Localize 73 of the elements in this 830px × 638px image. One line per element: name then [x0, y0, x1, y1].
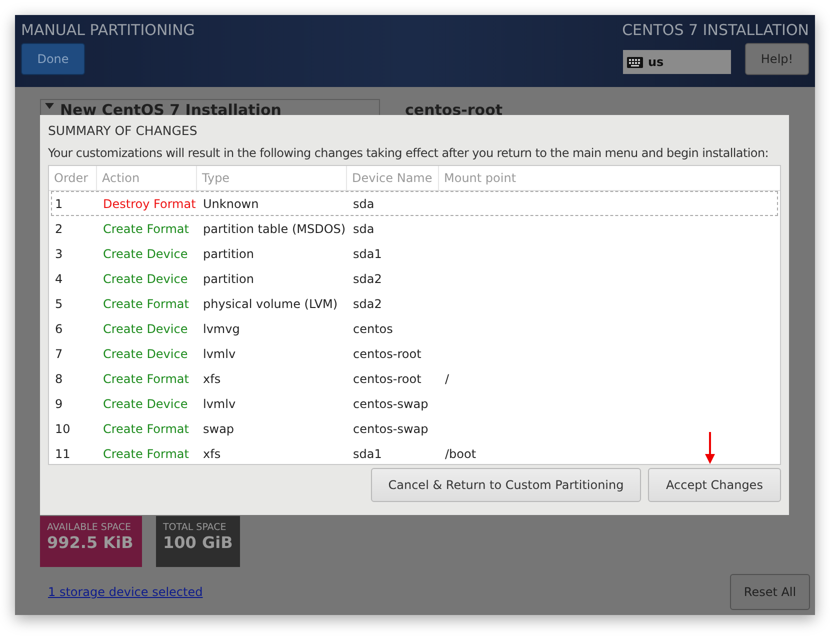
table-row[interactable]: 4 Create Device partition sda2	[51, 266, 778, 291]
table-cell-text: 4	[54, 272, 64, 286]
table-cell-text: Create Device	[102, 246, 189, 260]
arrow-drawing	[705, 432, 715, 464]
table-row[interactable]: 9 Create Device lvmlv centos-swap	[51, 391, 778, 416]
table-row[interactable]: 2 Create Format partition table (MSDOS) sda	[51, 216, 778, 241]
product-title: CENTOS 7 INSTALLATION	[622, 21, 809, 39]
table-cell-text: /	[444, 372, 450, 386]
keyboard-icon	[627, 56, 643, 68]
table-cell-text: Create Device	[102, 396, 189, 410]
table-cell-text: 10	[54, 422, 72, 436]
table-cell-text: Create Format	[102, 446, 190, 460]
table-cell-text: 11	[54, 446, 72, 460]
table-cell-text: sda	[352, 222, 376, 236]
table-cell-text: sda1	[352, 246, 383, 260]
accept-changes-button[interactable]: Accept Changes	[648, 468, 781, 502]
table-cell-text: 3	[54, 246, 64, 260]
table-cell-text: 2	[54, 222, 64, 236]
table-cell-text: lvmvg	[202, 322, 241, 336]
table-row[interactable]: 11 Create Format xfs sda1 /boot	[51, 441, 778, 466]
table-cell-text: 7	[54, 346, 64, 360]
space-value: 100 GiB	[163, 533, 233, 552]
table-cell-text: Create Format	[102, 422, 190, 436]
table-cell-text: partition	[202, 246, 255, 260]
table-row[interactable]: 10 Create Format swap centos-swap	[51, 416, 778, 441]
table-cell-text: 5	[54, 296, 64, 310]
dialog-description: Your customizations will result in the following changes taking effect after you return to the main menu and begin installation:	[48, 146, 770, 160]
table-cell-text: 6	[54, 322, 64, 336]
table-cell-text: xfs	[202, 446, 222, 460]
table-cell-text: Create Format	[102, 372, 190, 386]
space-label: AVAILABLE SPACE	[47, 522, 132, 533]
table-cell-text: partition table (MSDOS)	[202, 222, 347, 236]
expander-icon[interactable]	[45, 103, 54, 109]
table-cell-text: 1	[54, 196, 64, 210]
table-cell-text: lvmlv	[202, 346, 237, 360]
table-cell-text: sda1	[352, 446, 383, 460]
table-cell-text: sda2	[352, 296, 383, 310]
space-value: 992.5 KiB	[47, 533, 134, 552]
keyboard-layout-indicator[interactable]: us	[623, 50, 731, 74]
installation-heading: New CentOS 7 Installation	[60, 103, 282, 117]
screen-title: MANUAL PARTITIONING	[21, 21, 195, 39]
table-cell-text: centos-swap	[352, 422, 430, 436]
table-cell-text: centos-swap	[352, 396, 430, 410]
space-label: TOTAL SPACE	[163, 522, 228, 533]
table-cell-text: 8	[54, 372, 64, 386]
table-cell-text: sda	[352, 196, 376, 210]
table-cell-text: Create Device	[102, 346, 189, 360]
table-cell-text: swap	[202, 422, 236, 436]
table-row[interactable]: 3 Create Device partition sda1	[51, 241, 778, 266]
table-cell-text: Create Format	[102, 222, 190, 236]
table-cell-text: physical volume (LVM)	[202, 296, 339, 310]
table-row[interactable]: 5 Create Format physical volume (LVM) sda2	[51, 291, 778, 316]
table-cell-text: centos-root	[352, 346, 422, 360]
table-row[interactable]: 1 Destroy Format Unknown sda	[51, 191, 778, 216]
table-cell-text: centos-root	[352, 372, 422, 386]
table-cell-text: sda2	[352, 272, 383, 286]
table-cell-text: 9	[54, 396, 64, 410]
table-cell-text: /boot	[444, 446, 478, 460]
table-cell-text: Create Format	[102, 296, 190, 310]
cancel-button[interactable]: Cancel & Return to Custom Partitioning	[371, 468, 641, 502]
table-cell-text: lvmlv	[202, 396, 237, 410]
table-cell-text: Destroy Format	[102, 196, 197, 210]
table-row[interactable]: 8 Create Format xfs centos-root /	[51, 366, 778, 391]
table-cell-text: Create Device	[102, 272, 189, 286]
table-cell-text: Create Device	[102, 322, 189, 336]
table-row[interactable]: 7 Create Device lvmlv centos-root	[51, 341, 778, 366]
table-cell-text: partition	[202, 272, 255, 286]
dialog-title: SUMMARY OF CHANGES	[48, 123, 198, 138]
table-cell-text: xfs	[202, 372, 222, 386]
table-cell-text: centos	[352, 322, 394, 336]
device-heading: centos-root	[405, 100, 503, 117]
table-cell-text: Unknown	[202, 196, 260, 210]
table-row[interactable]: 6 Create Device lvmvg centos	[51, 316, 778, 341]
